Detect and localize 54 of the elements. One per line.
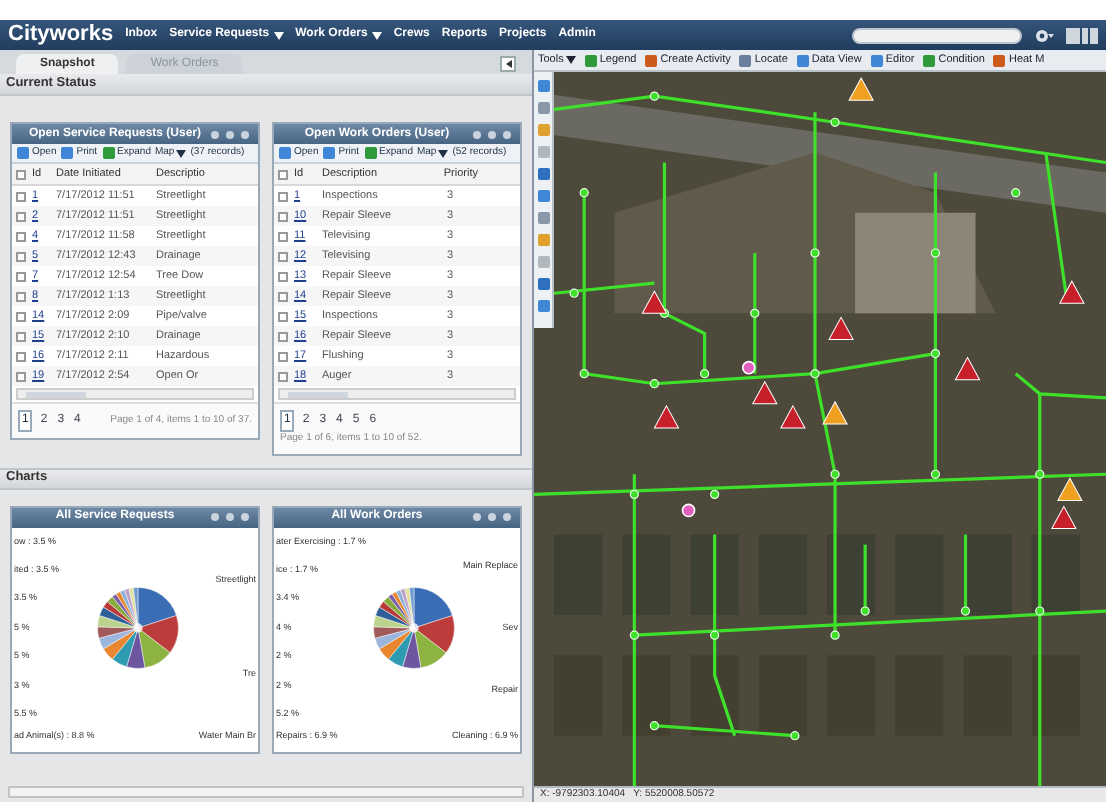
toolbar-icon xyxy=(322,146,337,160)
settings-icon[interactable] xyxy=(1034,27,1054,43)
toolbar-icon xyxy=(583,53,598,67)
app-logo: Cityworks xyxy=(8,24,114,46)
toolbar-icon xyxy=(992,53,1007,67)
checkbox[interactable] xyxy=(16,311,26,321)
checkbox[interactable] xyxy=(278,291,288,301)
checkbox[interactable] xyxy=(16,211,26,221)
toolbar-icon xyxy=(795,53,810,67)
window-controls-icon[interactable] xyxy=(472,129,512,139)
aerial-map-drawing[interactable] xyxy=(534,72,1106,786)
toolbar-icon xyxy=(60,146,75,160)
checkbox[interactable] xyxy=(16,169,26,179)
left-arrow-icon xyxy=(505,60,511,68)
checkbox[interactable] xyxy=(278,331,288,341)
horizontal-scrollbar[interactable] xyxy=(8,786,524,798)
toolbar-icon xyxy=(16,146,30,160)
checkbox[interactable] xyxy=(16,371,26,381)
checkbox[interactable] xyxy=(278,371,288,381)
pie-chart-drawing xyxy=(95,586,180,671)
checkbox[interactable] xyxy=(278,191,288,201)
checkbox[interactable] xyxy=(16,271,26,281)
checkbox[interactable] xyxy=(16,351,26,361)
toolbar-icon xyxy=(738,53,753,67)
window-controls-icon[interactable] xyxy=(472,512,512,522)
checkbox[interactable] xyxy=(278,231,288,241)
layout-icon[interactable] xyxy=(1066,27,1098,43)
checkbox[interactable] xyxy=(278,351,288,361)
horizontal-scrollbar[interactable] xyxy=(16,388,254,400)
toolbar-icon xyxy=(278,146,292,160)
window-controls-icon[interactable] xyxy=(210,512,250,522)
checkbox[interactable] xyxy=(278,169,288,179)
checkbox[interactable] xyxy=(16,331,26,341)
window-controls-icon[interactable] xyxy=(210,129,250,139)
checkbox[interactable] xyxy=(278,251,288,261)
checkbox[interactable] xyxy=(278,311,288,321)
caret-icon xyxy=(176,149,187,157)
horizontal-scrollbar[interactable] xyxy=(278,388,516,400)
checkbox[interactable] xyxy=(16,191,26,201)
toolbar-icon xyxy=(922,53,937,67)
caret-icon xyxy=(438,149,449,157)
checkbox[interactable] xyxy=(16,291,26,301)
checkbox[interactable] xyxy=(16,251,26,261)
collapse-panel-button[interactable] xyxy=(500,56,516,72)
checkbox[interactable] xyxy=(278,211,288,221)
toolbar-icon xyxy=(363,146,378,160)
toolbar-icon xyxy=(644,53,659,67)
toolbar-icon xyxy=(101,146,116,160)
checkbox[interactable] xyxy=(16,231,26,241)
caret-icon xyxy=(565,56,576,64)
pie-chart-drawing xyxy=(372,586,457,671)
toolbar-icon xyxy=(869,53,884,67)
search-field[interactable] xyxy=(852,27,1022,43)
checkbox[interactable] xyxy=(278,271,288,281)
